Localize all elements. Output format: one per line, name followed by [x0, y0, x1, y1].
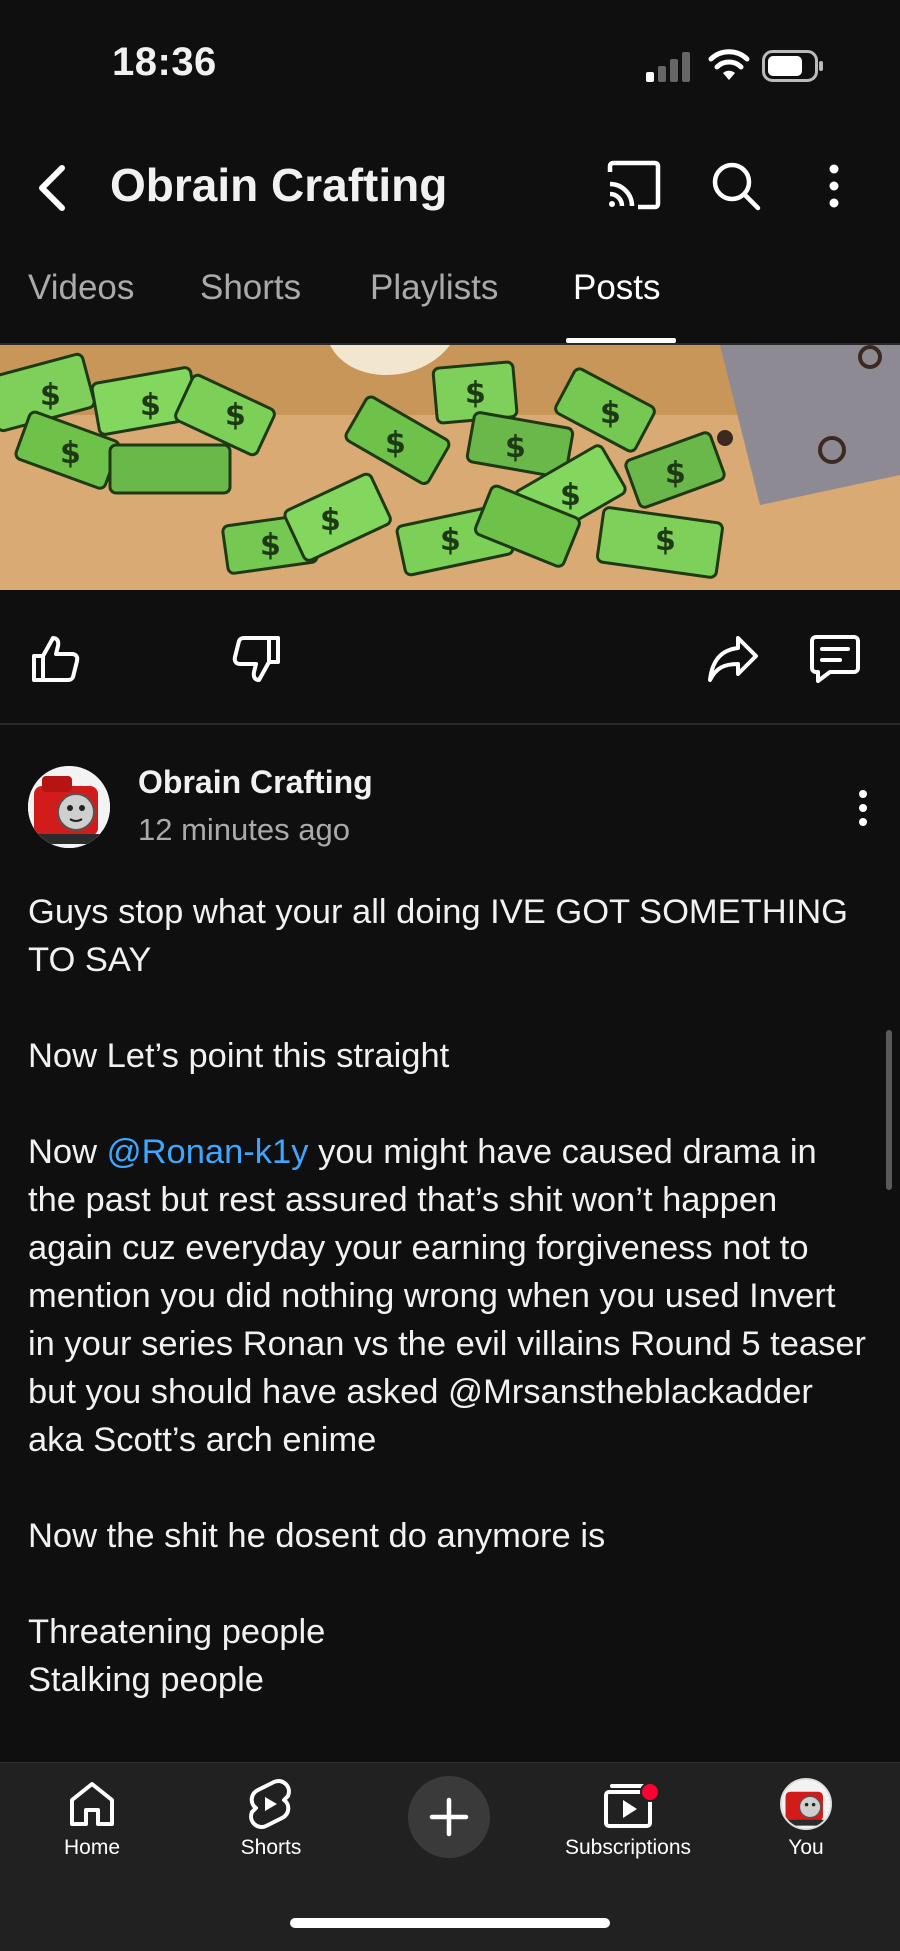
back-icon[interactable] [32, 160, 72, 216]
post-paragraph-3: Now @Ronan-k1y you might have caused dra… [28, 1128, 868, 1464]
svg-text:$: $ [260, 528, 281, 563]
status-time: 18:36 [112, 40, 217, 84]
dislike-icon[interactable] [230, 632, 284, 686]
nav-you-label[interactable]: You [721, 1836, 891, 1860]
mention-link[interactable]: @Ronan-k1y [107, 1133, 309, 1171]
post-paragraph-2: Now Let’s point this straight [28, 1037, 450, 1075]
search-icon[interactable] [710, 160, 762, 212]
post-paragraph-3-rest: you might have caused drama in the past … [28, 1133, 867, 1459]
svg-text:$: $ [320, 503, 341, 538]
svg-text:$: $ [440, 523, 461, 558]
post-author[interactable]: Obrain Crafting [138, 764, 373, 801]
notification-dot [640, 1782, 660, 1802]
nav-home-label[interactable]: Home [7, 1836, 177, 1860]
wifi-icon [708, 49, 750, 80]
section-divider [0, 723, 900, 725]
tab-playlists[interactable]: Playlists [370, 268, 498, 308]
battery-icon [762, 50, 823, 82]
nav-subscriptions-label[interactable]: Subscriptions [543, 1836, 713, 1860]
post-paragraph-3-start: Now [28, 1133, 107, 1171]
svg-text:$: $ [665, 456, 686, 491]
svg-text:$: $ [465, 376, 486, 411]
plus-icon [429, 1797, 469, 1837]
svg-text:$: $ [60, 436, 81, 471]
share-icon[interactable] [706, 632, 760, 686]
channel-avatar[interactable] [28, 766, 110, 848]
svg-text:$: $ [655, 523, 676, 558]
svg-text:$: $ [225, 398, 246, 433]
post-paragraph-1: Guys stop what your all doing IVE GOT SO… [28, 893, 848, 979]
you-avatar[interactable] [780, 1778, 832, 1830]
train-avatar-image [782, 1780, 830, 1828]
post-paragraph-4: Now the shit he dosent do anymore is [28, 1517, 606, 1555]
svg-text:$: $ [560, 478, 581, 513]
home-icon[interactable] [66, 1778, 118, 1830]
post-text: Guys stop what your all doing IVE GOT SO… [28, 888, 868, 1704]
svg-text:$: $ [385, 426, 406, 461]
scrollbar[interactable] [886, 1030, 892, 1190]
svg-text:$: $ [600, 396, 621, 431]
tab-videos[interactable]: Videos [28, 268, 134, 308]
channel-title: Obrain Crafting [110, 159, 448, 211]
tab-posts[interactable]: Posts [573, 268, 661, 308]
shorts-icon[interactable] [244, 1778, 296, 1830]
cellular-signal-icon [646, 52, 690, 82]
like-icon[interactable] [28, 632, 82, 686]
post-image[interactable]: $ $ $ $ $ $ $ $ $ $ $ $ $ $ [0, 345, 900, 590]
post-more-options-icon[interactable] [853, 788, 873, 828]
svg-text:$: $ [140, 388, 161, 423]
more-options-icon[interactable] [822, 162, 846, 210]
nav-shorts-label[interactable]: Shorts [186, 1836, 356, 1860]
train-avatar-image [28, 766, 110, 848]
post-list-item-2: Stalking people [28, 1661, 264, 1699]
cast-icon[interactable] [606, 160, 662, 210]
tab-shorts[interactable]: Shorts [200, 268, 301, 308]
dollar-sign: $ [40, 378, 61, 413]
home-indicator [290, 1918, 610, 1928]
svg-text:$: $ [505, 430, 526, 465]
post-timestamp: 12 minutes ago [138, 812, 350, 847]
post-list-item-1: Threatening people [28, 1613, 326, 1651]
comments-icon[interactable] [808, 632, 862, 686]
create-button[interactable] [408, 1776, 490, 1858]
